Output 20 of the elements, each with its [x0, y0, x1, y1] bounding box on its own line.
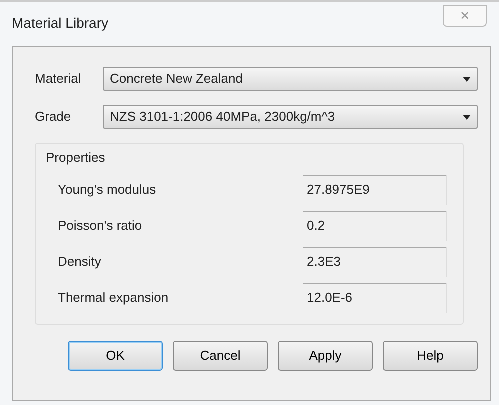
property-label: Thermal expansion: [58, 288, 169, 307]
window-title: Material Library: [12, 14, 108, 33]
caret-icon: [463, 76, 471, 82]
field-label: Grade: [35, 108, 72, 126]
value-field[interactable]: 12.0E-6: [303, 282, 447, 312]
value-field[interactable]: 2.3E3: [303, 246, 447, 276]
dialog-button[interactable]: Apply: [278, 340, 373, 370]
value-field[interactable]: 27.8975E9: [303, 174, 447, 204]
dialog-button[interactable]: OK: [68, 340, 163, 370]
property-label: Density: [58, 252, 102, 271]
dropdown-field[interactable]: Concrete New Zealand: [103, 67, 478, 91]
dropdown-field[interactable]: NZS 3101-1:2006 40MPa, 2300kg/m^3: [103, 105, 478, 129]
caret-icon: [463, 114, 471, 120]
property-label: Poisson's ratio: [58, 216, 142, 235]
dialog-button[interactable]: Cancel: [173, 340, 268, 370]
group-title: Properties: [46, 149, 106, 167]
field-label: Material: [35, 70, 82, 88]
value-field[interactable]: 0.2: [303, 210, 447, 240]
dialog-button[interactable]: Help: [383, 340, 478, 370]
property-label: Young's modulus: [58, 180, 156, 199]
